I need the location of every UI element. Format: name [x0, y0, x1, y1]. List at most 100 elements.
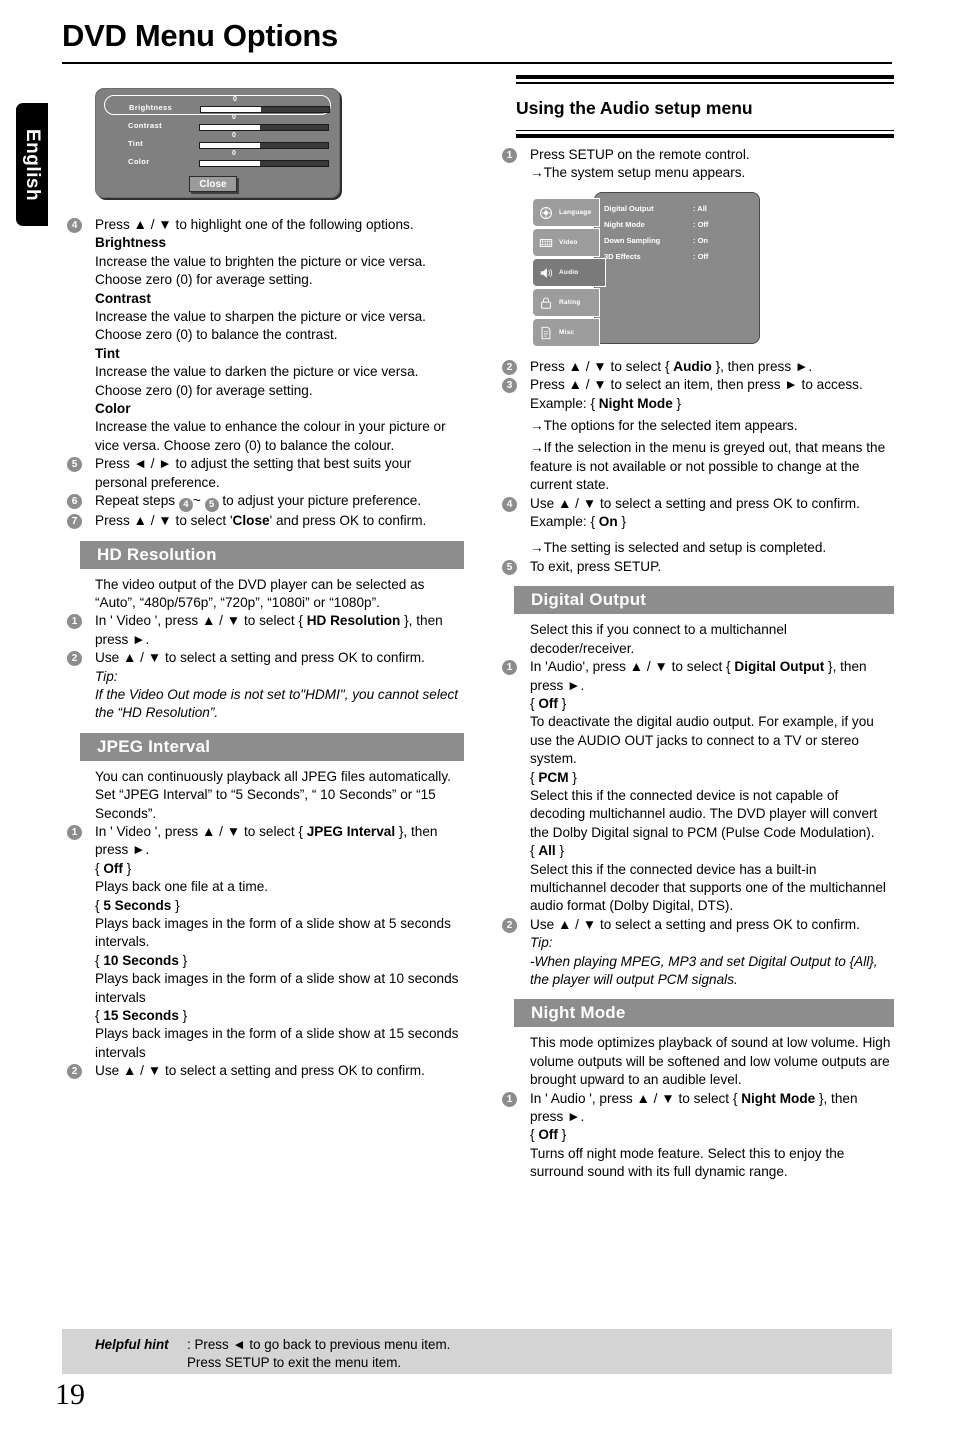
language-tab: English	[16, 103, 48, 226]
digital-output-setting-pcm-name: { PCM }	[530, 769, 577, 785]
step-text: To exit, press SETUP.	[530, 558, 662, 574]
audio-step-1: 1 Press SETUP on the remote control.	[494, 146, 894, 164]
jpeg-setting-off-desc: Plays back one file at a time.	[95, 879, 269, 895]
step-text: Use ▲ / ▼ to select a setting and press …	[530, 495, 860, 511]
example-pre: Example: {	[530, 395, 595, 411]
jpeg-interval-step-2: 2 Use ▲ / ▼ to select a setting and pres…	[62, 1062, 464, 1080]
osd-tab-rating[interactable]: Rating	[532, 287, 600, 317]
osd-tab-label: Language	[559, 208, 592, 216]
step-ref-b: 5	[204, 498, 219, 513]
option-brightness-name: Brightness	[62, 234, 464, 252]
section-heading-audio-setup: Using the Audio setup menu	[516, 97, 753, 118]
step-ref-sep: ~	[192, 493, 201, 509]
step-ref-a: 4	[178, 498, 193, 513]
helpful-hint-line-2: Press SETUP to exit the menu item.	[187, 1355, 402, 1370]
heading-rule-top-thick	[516, 75, 894, 79]
example-post: }	[621, 514, 626, 530]
osd-label: Brightness	[129, 103, 173, 112]
osd-item-night-mode[interactable]: Night Mode : Off	[604, 218, 754, 234]
step-number: 7	[67, 514, 82, 530]
osd-slider[interactable]	[199, 124, 329, 131]
step-text-pre: Press ▲ / ▼ to select {	[530, 358, 670, 374]
step-text: Press ▲ / ▼ to select an item, then pres…	[530, 377, 863, 393]
step-number: 1	[502, 1091, 517, 1107]
step-7: 7 Press ▲ / ▼ to select 'Close' and pres…	[62, 512, 464, 530]
lock-icon	[541, 297, 551, 309]
hd-resolution-intro: The video output of the DVD player can b…	[95, 576, 425, 610]
digital-output-step-1: 1 In 'Audio', press ▲ / ▼ to select { Di…	[494, 658, 894, 695]
helpful-hint-line-1: : Press ◄ to go back to previous menu it…	[187, 1337, 451, 1352]
step-text-bold: HD Resolution	[306, 613, 401, 629]
osd-value: 0	[232, 150, 236, 157]
picture-settings-osd: Brightness 0 Contrast 0 Tint 0 Color 0 C…	[95, 88, 340, 198]
option-name: Brightness	[95, 235, 167, 251]
step-number: 6	[67, 494, 82, 510]
step-number: 1	[67, 824, 82, 840]
osd-value: 0	[232, 114, 236, 121]
osd-tab-language[interactable]: Language	[532, 197, 600, 227]
digital-output-setting-all-desc: Select this if the connected device has …	[530, 861, 886, 914]
audio-step-4-example: Example: { On }	[494, 513, 894, 531]
step-text-bold: Close	[232, 513, 270, 529]
page-title: DVD Menu Options	[62, 18, 338, 53]
osd-row-tint[interactable]: Tint 0	[104, 132, 331, 151]
speaker-icon	[540, 268, 553, 278]
setting-name: 10 Seconds	[103, 952, 179, 968]
jpeg-setting-15s-name: { 15 Seconds }	[95, 1008, 188, 1024]
osd-tab-misc[interactable]: Misc	[532, 317, 600, 347]
osd-tab-video[interactable]: Video	[532, 227, 600, 257]
setting-name: Off	[538, 695, 558, 711]
step-text: Use ▲ / ▼ to select a setting and press …	[530, 916, 860, 932]
osd-slider[interactable]	[200, 106, 330, 113]
audio-step-2: 2 Press ▲ / ▼ to select { Audio }, then …	[494, 358, 894, 376]
setting-name: Off	[538, 1127, 558, 1143]
step-number: 5	[67, 457, 82, 473]
step-number: 5	[502, 559, 517, 575]
jpeg-setting-5s-name: { 5 Seconds }	[95, 897, 180, 913]
step-text-bold: Digital Output	[734, 659, 825, 675]
option-brightness-desc: Increase the value to brighten the pictu…	[95, 253, 426, 288]
osd-row-contrast[interactable]: Contrast 0	[104, 114, 331, 133]
osd-slider[interactable]	[199, 160, 329, 167]
option-contrast-desc: Increase the value to sharpen the pictur…	[95, 309, 426, 343]
audio-step-4-arrow: →The setting is selected and setup is co…	[530, 540, 827, 556]
osd-item-digital-output[interactable]: Digital Output : All	[604, 202, 754, 218]
step-number: 2	[502, 359, 517, 375]
osd-slider[interactable]	[199, 142, 329, 149]
digital-output-tip-label: Tip:	[530, 935, 553, 951]
section-heading-hd-resolution: HD Resolution	[80, 540, 464, 569]
step-text: Press SETUP on the remote control.	[530, 147, 750, 162]
step-text: Press ▲ / ▼ to highlight one of the foll…	[95, 217, 414, 232]
osd-tab-audio[interactable]: Audio	[532, 257, 606, 287]
title-divider	[62, 62, 892, 64]
osd-close-button[interactable]: Close	[189, 176, 237, 192]
osd-tab-label: Audio	[559, 268, 579, 276]
osd-item-key: 3D Effects	[604, 251, 641, 261]
jpeg-setting-10s-desc: Plays back images in the form of a slide…	[95, 971, 459, 1005]
heading-rule-bottom-thin	[516, 129, 894, 131]
section-heading-night-mode: Night Mode	[514, 999, 894, 1028]
hd-resolution-tip-label: Tip:	[95, 668, 118, 684]
osd-row-brightness[interactable]: Brightness 0	[104, 95, 331, 115]
jpeg-interval-step-1: 1 In ' Video ', press ▲ / ▼ to select { …	[62, 823, 464, 860]
audio-step-3-example: Example: { Night Mode }	[494, 395, 894, 413]
step-number: 4	[502, 496, 517, 512]
osd-item-value: : On	[693, 235, 708, 245]
step-number: 3	[502, 378, 517, 394]
jpeg-interval-intro: You can continuously playback all JPEG f…	[95, 768, 451, 821]
step-number: 4	[67, 218, 82, 233]
osd-item-down-sampling[interactable]: Down Sampling : On	[604, 234, 754, 250]
helpful-hint-label: Helpful hint	[95, 1337, 169, 1352]
osd-value: 0	[232, 132, 236, 139]
osd-item-3d-effects[interactable]: 3D Effects : Off	[604, 250, 754, 266]
step-text: Use ▲ / ▼ to select a setting and press …	[95, 1063, 425, 1079]
osd-label: Color	[128, 157, 150, 166]
example-post: }	[676, 395, 682, 411]
osd-label: Tint	[128, 139, 144, 148]
night-mode-setting-off-desc: Turns off night mode feature. Select thi…	[530, 1145, 845, 1180]
osd-row-color[interactable]: Color 0	[104, 150, 331, 169]
step-number: 2	[502, 917, 517, 933]
step-text-pre: In ' Video ', press ▲ / ▼ to select {	[95, 823, 303, 839]
jpeg-setting-5s-desc: Plays back images in the form of a slide…	[95, 916, 451, 950]
step-text-pre: In ' Video ', press ▲ / ▼ to select {	[95, 613, 303, 629]
